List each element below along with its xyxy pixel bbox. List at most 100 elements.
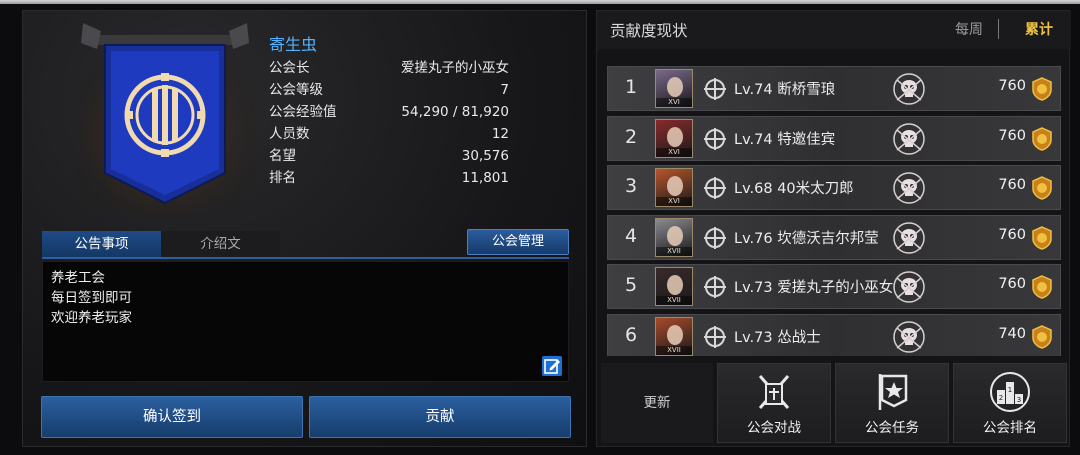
field-label: 公会等级 bbox=[269, 82, 323, 98]
skull-emblem-icon bbox=[893, 271, 925, 303]
guild-manage-button[interactable]: 公会管理 bbox=[467, 229, 569, 255]
ranking-podium-icon: 2 1 3 bbox=[990, 372, 1030, 412]
member-portrait[interactable]: XVI bbox=[655, 69, 693, 108]
checkin-button[interactable]: 确认签到 bbox=[41, 396, 303, 438]
guild-banner bbox=[75, 23, 255, 213]
tier-label: XVII bbox=[656, 246, 692, 256]
ranking-row[interactable]: 5 XVII Lv.73 爱搓丸子的小巫女 760 bbox=[607, 264, 1061, 309]
contribution-ranking-list[interactable]: 1 XVI Lv.74 断桥雪琅 760 2 XVI Lv.74 特邀佳宾 760 3 XVI Lv… bbox=[607, 66, 1061, 356]
rank-number: 5 bbox=[624, 274, 638, 296]
ranking-row[interactable]: 6 XVII Lv.73 怂战士 740 bbox=[607, 313, 1061, 356]
top-border bbox=[0, 0, 1080, 4]
tab-notice[interactable]: 公告事项 bbox=[42, 231, 161, 257]
tab-divider bbox=[42, 257, 569, 259]
contribute-button[interactable]: 贡献 bbox=[309, 396, 571, 438]
guild-level-value: 7 bbox=[500, 82, 509, 98]
class-crest-icon bbox=[704, 177, 726, 199]
ranking-row[interactable]: 3 XVI Lv.68 40米太刀郎 760 bbox=[607, 165, 1061, 210]
filter-weekly-button[interactable]: 每周 bbox=[955, 19, 983, 39]
guild-rank-value: 11,801 bbox=[461, 170, 509, 186]
guild-name: 寄生虫 bbox=[269, 35, 318, 54]
edit-notice-button[interactable] bbox=[542, 356, 562, 376]
class-crest-icon bbox=[704, 78, 726, 100]
contribution-score: 760 bbox=[998, 177, 1026, 193]
ranking-row[interactable]: 2 XVI Lv.74 特邀佳宾 760 bbox=[607, 115, 1061, 161]
tier-label: XVII bbox=[656, 296, 692, 305]
member-count-value: 12 bbox=[491, 126, 509, 142]
guild-leader-value: 爱搓丸子的小巫女 bbox=[401, 60, 509, 76]
contribution-medal-icon bbox=[1032, 126, 1052, 151]
contribution-medal-icon bbox=[1032, 324, 1052, 349]
crossed-swords-icon bbox=[758, 375, 790, 409]
contribution-score: 760 bbox=[998, 226, 1026, 243]
rank-number: 2 bbox=[624, 125, 638, 148]
class-crest-icon bbox=[704, 325, 726, 348]
notice-tabs: 公告事项 介绍文 bbox=[42, 231, 280, 257]
svg-text:2: 2 bbox=[999, 394, 1003, 402]
filter-total-button[interactable]: 累计 bbox=[1025, 19, 1053, 39]
contribution-medal-icon bbox=[1032, 225, 1052, 250]
skull-emblem-icon bbox=[893, 320, 925, 353]
skull-emblem-icon bbox=[893, 221, 925, 254]
tier-label: XVI bbox=[656, 197, 692, 206]
field-label: 名望 bbox=[269, 148, 296, 164]
member-portrait[interactable]: XVII bbox=[655, 217, 693, 257]
field-label: 人员数 bbox=[269, 126, 310, 142]
guild-quest-button[interactable]: 公会任务 bbox=[835, 363, 949, 443]
svg-text:1: 1 bbox=[1008, 386, 1012, 394]
guild-ranking-label: 公会排名 bbox=[983, 420, 1037, 436]
svg-text:3: 3 bbox=[1017, 396, 1021, 404]
guild-info-panel: 寄生虫 公会长 爱搓丸子的小巫女 公会等级 7 公会经验值 54,290 / 8… bbox=[22, 10, 587, 447]
guild-ranking-button[interactable]: 2 1 3 公会排名 bbox=[953, 363, 1067, 443]
contribution-medal-icon bbox=[1032, 275, 1052, 299]
quest-banner-icon bbox=[878, 374, 908, 410]
rank-number: 3 bbox=[624, 175, 638, 197]
notice-line: 养老工会 bbox=[51, 270, 105, 286]
class-crest-icon bbox=[704, 127, 726, 150]
contribution-title: 贡献度现状 bbox=[610, 22, 688, 40]
contribution-panel: 贡献度现状 每周 累计 1 XVI Lv.74 断桥雪琅 760 2 XVI Lv.74 特… bbox=[596, 10, 1071, 447]
field-label: 排名 bbox=[269, 170, 296, 186]
contribution-score: 760 bbox=[998, 127, 1026, 144]
rank-number: 4 bbox=[624, 224, 638, 247]
ranking-row[interactable]: 4 XVII Lv.76 坎德沃吉尔邦莹 760 bbox=[607, 214, 1061, 260]
member-name: Lv.73 怂战士 bbox=[734, 329, 821, 346]
tier-label: XVI bbox=[656, 147, 692, 157]
update-button[interactable]: 更新 bbox=[601, 363, 713, 443]
tier-label: XVII bbox=[656, 345, 692, 355]
rank-number: 1 bbox=[624, 76, 638, 98]
member-portrait[interactable]: XVI bbox=[655, 168, 693, 207]
guild-leader-row: 公会长 爱搓丸子的小巫女 bbox=[269, 57, 509, 79]
contribution-medal-icon bbox=[1032, 176, 1052, 200]
member-name: Lv.73 爱搓丸子的小巫女 bbox=[734, 280, 894, 296]
member-name: Lv.74 断桥雪琅 bbox=[734, 82, 836, 98]
pencil-icon bbox=[544, 359, 560, 374]
member-portrait[interactable]: XVI bbox=[655, 118, 693, 158]
guild-exp-value: 54,290 / 81,920 bbox=[401, 104, 509, 120]
member-portrait[interactable]: XVII bbox=[655, 267, 693, 306]
class-crest-icon bbox=[704, 226, 726, 249]
ranking-row[interactable]: 1 XVI Lv.74 断桥雪琅 760 bbox=[607, 66, 1061, 111]
guild-battle-label: 公会对战 bbox=[747, 420, 801, 436]
rank-number: 6 bbox=[624, 323, 638, 346]
notice-board: 养老工会 每日签到即可 欢迎养老玩家 bbox=[42, 261, 569, 382]
member-name: Lv.76 坎德沃吉尔邦莹 bbox=[734, 230, 879, 247]
field-label: 公会经验值 bbox=[269, 104, 337, 120]
member-portrait[interactable]: XVII bbox=[655, 316, 693, 356]
contribution-score: 760 bbox=[998, 78, 1026, 94]
contribution-score: 760 bbox=[998, 276, 1026, 292]
notice-line: 欢迎养老玩家 bbox=[51, 310, 132, 326]
guild-details: 寄生虫 公会长 爱搓丸子的小巫女 公会等级 7 公会经验值 54,290 / 8… bbox=[269, 31, 509, 189]
contribution-medal-icon bbox=[1032, 77, 1052, 101]
member-name: Lv.68 40米太刀郎 bbox=[734, 181, 854, 197]
guild-rank-row: 排名 11,801 bbox=[269, 167, 509, 189]
guild-level-row: 公会等级 7 bbox=[269, 79, 509, 101]
tab-introduction[interactable]: 介绍文 bbox=[161, 231, 280, 257]
field-label: 公会长 bbox=[269, 60, 310, 76]
notice-line: 每日签到即可 bbox=[51, 290, 132, 306]
guild-battle-button[interactable]: 公会对战 bbox=[717, 363, 831, 443]
contribution-score: 740 bbox=[998, 325, 1026, 342]
guild-action-bar: 更新 公会对战 公会任务 2 1 3 公会排名 bbox=[601, 363, 1067, 443]
member-name: Lv.74 特邀佳宾 bbox=[734, 131, 836, 148]
guild-exp-row: 公会经验值 54,290 / 81,920 bbox=[269, 101, 509, 123]
